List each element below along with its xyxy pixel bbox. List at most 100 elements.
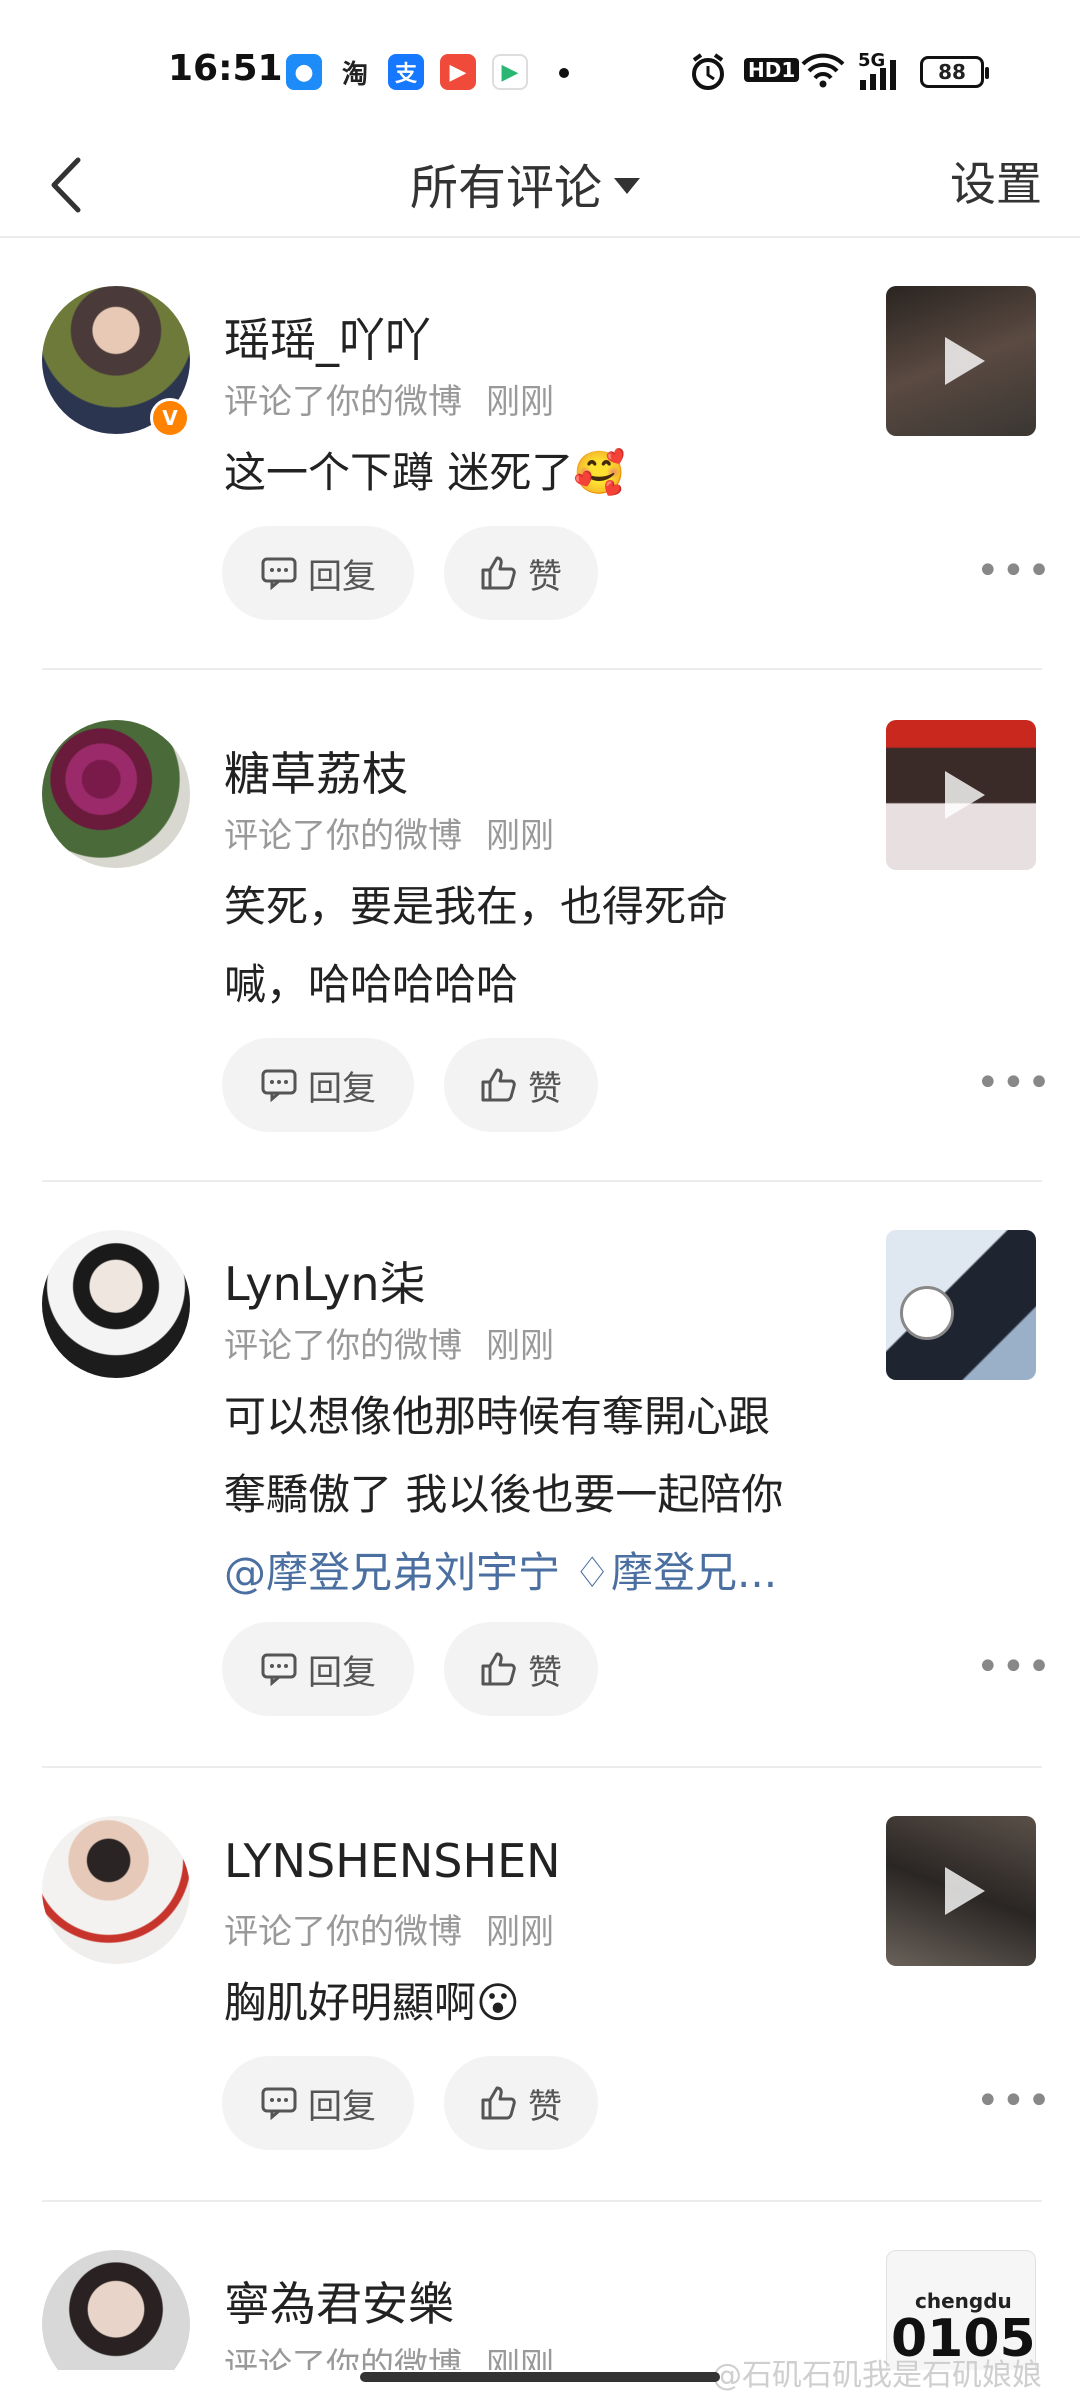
reply-button[interactable]: 回复 <box>222 1622 414 1716</box>
reply-label: 回复 <box>308 2086 376 2127</box>
thumbs-up-icon <box>481 556 516 590</box>
more-options-icon[interactable]: ••• <box>976 548 1053 594</box>
back-arrow-icon[interactable] <box>38 150 108 220</box>
weibo-image-thumbnail[interactable] <box>886 1230 1036 1380</box>
hd-badge: HD1 <box>744 58 800 82</box>
like-button[interactable]: 赞 <box>444 526 598 620</box>
reply-label: 回复 <box>308 1652 376 1693</box>
comment-bubble-icon <box>261 2087 297 2120</box>
home-indicator[interactable] <box>360 2372 720 2382</box>
comment-meta: 评论了你的微博 刚刚 <box>224 2338 554 2370</box>
play-icon <box>945 337 985 385</box>
like-label: 赞 <box>528 556 562 597</box>
more-options-icon[interactable]: ••• <box>976 2078 1053 2124</box>
qq-icon: ● <box>286 54 322 90</box>
alipay-icon: 支 <box>388 54 424 90</box>
comment-action: 评论了你的微博 <box>224 382 462 422</box>
comment-time: 刚刚 <box>486 382 554 422</box>
reply-button[interactable]: 回复 <box>222 1038 414 1132</box>
username[interactable]: 糖草荔枝 <box>224 738 408 804</box>
battery-indicator: 88 <box>920 56 989 88</box>
comment-meta: 评论了你的微博 刚刚 <box>224 374 554 423</box>
comment-line: 笑死，要是我在，也得死命 <box>224 882 729 931</box>
comment-time: 刚刚 <box>486 1326 554 1366</box>
like-label: 赞 <box>528 1652 562 1693</box>
comment-time: 刚刚 <box>486 2346 554 2370</box>
weibo-video-thumbnail[interactable] <box>886 1816 1036 1966</box>
more-options-icon[interactable]: ••• <box>976 1060 1053 1106</box>
divider <box>42 668 1042 670</box>
status-bar: 16:51 ● 淘 支 ▶ ▶ HD1 5G 88 <box>0 0 1080 140</box>
avatar[interactable] <box>42 2250 190 2370</box>
play-icon <box>945 771 985 819</box>
comment-text[interactable]: 笑死，要是我在，也得死命 喊，哈哈哈哈哈 <box>224 868 844 1024</box>
comment-line: 胸肌好明顯啊😮 <box>224 1978 520 2027</box>
comment-actions: 回复 赞 <box>222 2056 598 2150</box>
comment-bubble-icon <box>261 557 297 590</box>
alarm-icon <box>692 53 724 90</box>
top-nav: 所有评论 设置 <box>0 140 1080 238</box>
avatar[interactable] <box>42 1230 190 1378</box>
reply-label: 回复 <box>308 556 376 597</box>
username[interactable]: LynLyn柒 <box>224 1248 426 1314</box>
divider <box>42 1766 1042 1768</box>
comment-bubble-icon <box>261 1653 297 1686</box>
page-title: 所有评论 <box>410 160 603 216</box>
comment-line: 喊，哈哈哈哈哈 <box>224 960 519 1009</box>
comment-action: 评论了你的微博 <box>224 816 462 856</box>
record-award-icon <box>900 1286 954 1340</box>
comment-action: 评论了你的微博 <box>224 1912 462 1952</box>
username[interactable]: 寧為君安樂 <box>224 2268 454 2334</box>
play-icon <box>945 1867 985 1915</box>
comment-bubble-icon <box>261 1069 297 1102</box>
username[interactable]: LYNSHENSHEN <box>224 1834 561 1888</box>
thumbs-up-icon <box>481 2086 516 2120</box>
username[interactable]: 瑶瑶_吖吖 <box>224 304 431 370</box>
comment-actions: 回复 赞 <box>222 526 598 620</box>
wifi-icon <box>801 53 845 88</box>
more-options-icon[interactable]: ••• <box>976 1644 1053 1690</box>
comment-time: 刚刚 <box>486 1912 554 1952</box>
avatar[interactable] <box>42 720 190 868</box>
mention-link[interactable]: @摩登兄弟刘宇宁 ♢摩登兄... <box>224 1534 844 1612</box>
taobao-icon: 淘 <box>337 54 373 90</box>
thumbs-up-icon <box>481 1652 516 1686</box>
like-label: 赞 <box>528 2086 562 2127</box>
avatar[interactable] <box>42 1816 190 1964</box>
comment-line: 奪驕傲了 我以後也要一起陪你 <box>224 1470 784 1519</box>
like-label: 赞 <box>528 1068 562 1109</box>
notification-dot <box>559 68 569 78</box>
comment-time: 刚刚 <box>486 816 554 856</box>
weibo-video-thumbnail[interactable] <box>886 720 1036 870</box>
reply-button[interactable]: 回复 <box>222 2056 414 2150</box>
settings-button[interactable]: 设置 <box>950 148 1042 214</box>
divider <box>42 2200 1042 2202</box>
status-time: 16:51 <box>168 48 283 89</box>
like-button[interactable]: 赞 <box>444 1038 598 1132</box>
like-button[interactable]: 赞 <box>444 1622 598 1716</box>
signal-icon <box>860 60 896 90</box>
comment-line: 这一个下蹲 迷死了🥰 <box>224 448 626 497</box>
comment-action: 评论了你的微博 <box>224 1326 462 1366</box>
filter-dropdown[interactable]: 所有评论 <box>410 148 641 218</box>
comment-line: 可以想像他那時候有奪開心跟 <box>224 1392 771 1441</box>
thumbs-up-icon <box>481 1068 516 1102</box>
comment-action: 评论了你的微博 <box>224 2346 462 2370</box>
dropdown-caret-icon <box>614 178 641 194</box>
comment-text[interactable]: 这一个下蹲 迷死了🥰 <box>224 434 844 512</box>
comment-actions: 回复 赞 <box>222 1038 598 1132</box>
comment-meta: 评论了你的微博 刚刚 <box>224 1318 554 1367</box>
watermark: @石矶石矶我是石矶娘娘 <box>712 2358 1042 2393</box>
comment-meta: 评论了你的微博 刚刚 <box>224 808 554 857</box>
reply-label: 回复 <box>308 1068 376 1109</box>
app-icon: ▶ <box>492 54 528 90</box>
comment-meta: 评论了你的微博 刚刚 <box>224 1904 554 1953</box>
comment-text[interactable]: 胸肌好明顯啊😮 <box>224 1964 844 2042</box>
comment-actions: 回复 赞 <box>222 1622 598 1716</box>
weibo-video-thumbnail[interactable] <box>886 286 1036 436</box>
verified-badge-icon: V <box>150 398 190 438</box>
comment-text[interactable]: 可以想像他那時候有奪開心跟 奪驕傲了 我以後也要一起陪你 @摩登兄弟刘宇宁 ♢摩… <box>224 1378 844 1612</box>
youku-icon: ▶ <box>440 54 476 90</box>
like-button[interactable]: 赞 <box>444 2056 598 2150</box>
reply-button[interactable]: 回复 <box>222 526 414 620</box>
